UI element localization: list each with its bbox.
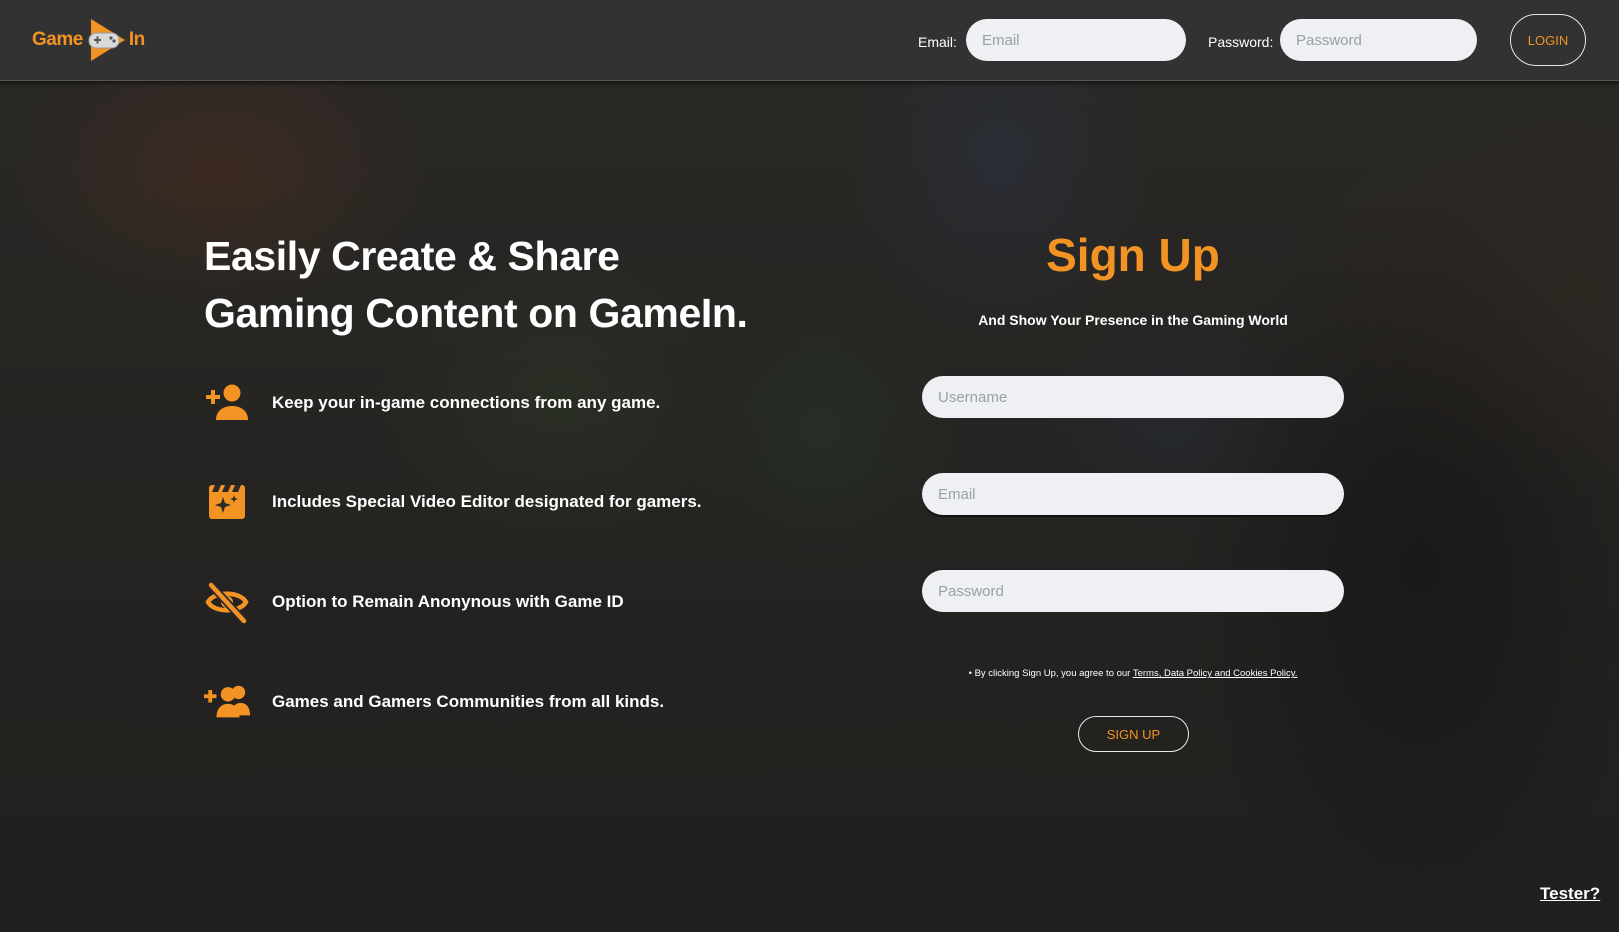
video-sparkle-icon [204, 479, 250, 525]
header-email-input[interactable] [966, 19, 1186, 61]
signup-subtitle: And Show Your Presence in the Gaming Wor… [978, 312, 1288, 328]
logo-text-left: Game [32, 29, 83, 50]
terms-notice: • By clicking Sign Up, you agree to our … [922, 668, 1344, 679]
feature-text: Games and Gamers Communities from all ki… [272, 692, 665, 711]
signup-email-input[interactable] [922, 473, 1344, 515]
feature-text: Includes Special Video Editor designated… [272, 492, 702, 511]
login-button[interactable]: LOGIN [1510, 14, 1586, 66]
terms-link[interactable]: Terms, Data Policy and Cookies Policy. [1133, 668, 1298, 679]
feature-item-anonymous: Option to Remain Anonynous with Game ID [204, 579, 624, 625]
gamepad-play-icon [88, 19, 125, 61]
logo[interactable]: Game In [32, 16, 145, 64]
feature-text: Keep your in-game connections from any g… [272, 393, 661, 412]
header-password-input[interactable] [1280, 19, 1477, 61]
signup-button[interactable]: SIGN UP [1078, 716, 1189, 752]
feature-item-connections: Keep your in-game connections from any g… [204, 380, 660, 426]
top-navbar: Game In Email: Password: LOGIN [0, 0, 1619, 81]
signup-username-input[interactable] [922, 376, 1344, 418]
header-password-label: Password: [1208, 34, 1274, 50]
logo-text-right: In [128, 29, 145, 50]
feature-item-video-editor: Includes Special Video Editor designated… [204, 479, 702, 525]
tester-link[interactable]: Tester? [1540, 884, 1600, 904]
header-email-label: Email: [918, 34, 957, 50]
eye-off-icon [204, 579, 250, 625]
terms-prefix: • By clicking Sign Up, you agree to our [968, 668, 1133, 679]
background-overlay [0, 0, 1619, 932]
hero-title: Easily Create & Share Gaming Content on … [204, 233, 748, 336]
feature-text: Option to Remain Anonynous with Game ID [272, 592, 624, 611]
add-person-icon [204, 380, 250, 426]
signup-title: Sign Up [1046, 229, 1220, 281]
add-group-icon [204, 679, 250, 725]
signup-password-input[interactable] [922, 570, 1344, 612]
feature-item-communities: Games and Gamers Communities from all ki… [204, 679, 664, 725]
